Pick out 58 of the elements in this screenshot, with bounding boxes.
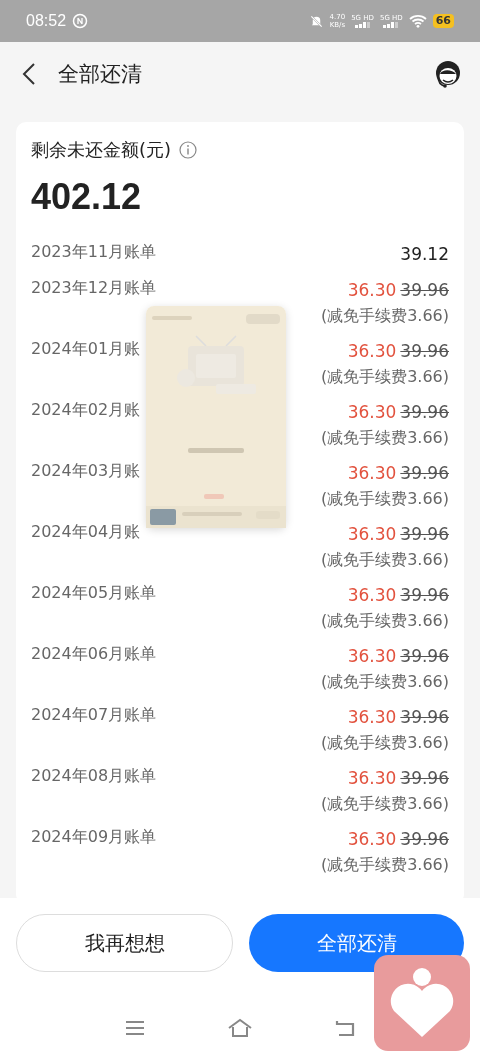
back-icon[interactable] bbox=[22, 62, 36, 86]
bill-month: 2024年01月账 bbox=[31, 339, 141, 360]
discounted-amount: 36.30 bbox=[347, 523, 397, 546]
bill-month: 2023年11月账单 bbox=[31, 242, 157, 263]
wifi-icon bbox=[408, 14, 427, 28]
remaining-label: 剩余未还金额(元) bbox=[31, 138, 172, 162]
signal-icon bbox=[352, 22, 373, 28]
original-amount: 39.96 bbox=[400, 462, 449, 485]
discounted-amount: 36.30 bbox=[347, 279, 397, 302]
original-amount: 39.96 bbox=[400, 523, 449, 546]
heart-app-icon[interactable] bbox=[374, 955, 470, 1051]
bill-month: 2024年08月账单 bbox=[31, 766, 157, 787]
original-amount: 39.96 bbox=[400, 401, 449, 424]
original-amount: 39.96 bbox=[400, 828, 449, 851]
bill-month: 2024年05月账单 bbox=[31, 583, 157, 604]
remaining-amount: 402.12 bbox=[31, 176, 143, 218]
back-nav-icon[interactable] bbox=[335, 1019, 355, 1037]
discounted-amount: 36.30 bbox=[347, 706, 397, 729]
bill-month: 2024年02月账 bbox=[31, 400, 141, 421]
status-time: 08:52 bbox=[26, 12, 67, 30]
bill-month: 2024年03月账 bbox=[31, 461, 141, 482]
page-title: 全部还清 bbox=[58, 61, 142, 88]
fee-waiver-note: (减免手续费3.66) bbox=[320, 427, 449, 449]
discounted-amount: 36.30 bbox=[347, 340, 397, 363]
info-icon[interactable] bbox=[179, 141, 198, 159]
bill-month: 2024年06月账单 bbox=[31, 644, 157, 665]
discounted-amount: 36.30 bbox=[347, 767, 397, 790]
fee-waiver-note: (减免手续费3.66) bbox=[320, 610, 449, 632]
original-amount: 39.96 bbox=[400, 706, 449, 729]
original-amount: 39.96 bbox=[400, 279, 449, 302]
bill-month: 2024年04月账 bbox=[31, 522, 141, 543]
discounted-amount: 36.30 bbox=[347, 462, 397, 485]
original-amount: 39.96 bbox=[400, 340, 449, 363]
menu-icon[interactable] bbox=[125, 1020, 145, 1036]
fee-waiver-note: (减免手续费3.66) bbox=[320, 305, 449, 327]
discounted-amount: 36.30 bbox=[347, 584, 397, 607]
bill-month: 2024年07月账单 bbox=[31, 705, 157, 726]
home-icon[interactable] bbox=[227, 1018, 253, 1038]
discounted-amount: 36.30 bbox=[347, 828, 397, 851]
fee-waiver-note: (减免手续费3.66) bbox=[320, 549, 449, 571]
original-amount: 39.96 bbox=[400, 767, 449, 790]
original-amount: 39.96 bbox=[400, 645, 449, 668]
bell-muted-icon bbox=[308, 13, 324, 29]
bill-month: 2024年09月账单 bbox=[31, 827, 157, 848]
bill-amount: 39.12 bbox=[400, 243, 449, 266]
original-amount: 39.96 bbox=[400, 584, 449, 607]
discounted-amount: 36.30 bbox=[347, 645, 397, 668]
battery-level: 66 bbox=[432, 14, 454, 28]
fee-waiver-note: (减免手续费3.66) bbox=[320, 854, 449, 876]
discounted-amount: 36.30 bbox=[347, 401, 397, 424]
fee-waiver-note: (减免手续费3.66) bbox=[320, 732, 449, 754]
fee-waiver-note: (减免手续费3.66) bbox=[320, 366, 449, 388]
nfc-icon bbox=[72, 13, 89, 29]
bill-month: 2023年12月账单 bbox=[31, 278, 157, 299]
reconsider-button[interactable]: 我再想想 bbox=[16, 914, 233, 972]
fee-waiver-note: (减免手续费3.66) bbox=[320, 488, 449, 510]
fee-waiver-note: (减免手续费3.66) bbox=[320, 671, 449, 693]
fee-waiver-note: (减免手续费3.66) bbox=[320, 793, 449, 815]
